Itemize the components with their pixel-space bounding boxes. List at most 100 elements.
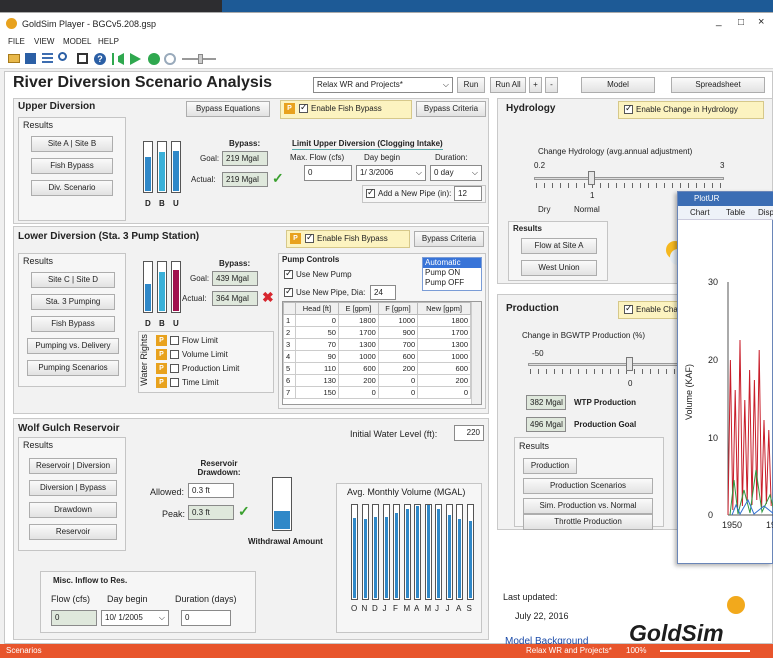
- table-cell[interactable]: 1800: [417, 314, 471, 327]
- use-new-pump-checkbox[interactable]: [284, 268, 293, 279]
- table-cell[interactable]: 1300: [417, 338, 471, 351]
- sta3-pumping-button[interactable]: Sta. 3 Pumping: [31, 294, 115, 310]
- table-cell[interactable]: 70: [294, 338, 339, 351]
- table-cell[interactable]: 1: [283, 314, 296, 327]
- table-cell[interactable]: 50: [294, 326, 339, 339]
- p-icon[interactable]: P: [156, 335, 167, 346]
- pump-mode-automatic[interactable]: Automatic: [423, 258, 481, 268]
- table-cell[interactable]: 600: [377, 350, 419, 363]
- hydrology-slider-thumb[interactable]: [588, 171, 595, 185]
- table-cell[interactable]: 5: [283, 362, 296, 375]
- table-cell[interactable]: 1700: [417, 326, 471, 339]
- sim-production-vs-normal-button[interactable]: Sim. Production vs. Normal: [523, 498, 653, 514]
- table-cell[interactable]: 7: [283, 386, 296, 399]
- table-cell[interactable]: 700: [377, 338, 419, 351]
- table-scrollbar[interactable]: [471, 302, 481, 404]
- add-new-pipe-checkbox[interactable]: [366, 187, 375, 198]
- table-cell[interactable]: 600: [417, 362, 471, 375]
- production-slider-thumb[interactable]: [626, 357, 633, 371]
- speed-slider-thumb[interactable]: [198, 54, 203, 64]
- table-cell[interactable]: 1300: [337, 338, 379, 351]
- model-button[interactable]: Model: [581, 77, 655, 93]
- table-cell[interactable]: 0: [377, 386, 419, 399]
- table-cell[interactable]: 600: [337, 362, 379, 375]
- maximize-button[interactable]: □: [738, 17, 744, 28]
- menu-file[interactable]: FILE: [8, 37, 25, 46]
- diversion-bypass-button[interactable]: Diversion | Bypass: [29, 480, 117, 496]
- table-cell[interactable]: 1000: [337, 350, 379, 363]
- table-row[interactable]: 1 0 1800 1000 1800: [283, 314, 471, 327]
- screen-icon[interactable]: [77, 53, 88, 64]
- lower-bypass-criteria-button[interactable]: Bypass Criteria: [414, 231, 484, 247]
- production-button[interactable]: Production: [523, 458, 577, 474]
- table-cell[interactable]: 200: [417, 374, 471, 387]
- misc-duration-input[interactable]: 0: [181, 610, 231, 626]
- reservoir-diversion-button[interactable]: Reservoir | Diversion: [29, 458, 117, 474]
- table-cell[interactable]: 1700: [337, 326, 379, 339]
- table-cell[interactable]: 0: [417, 386, 471, 399]
- pumping-vs-delivery-button[interactable]: Pumping vs. Delivery: [27, 338, 119, 354]
- production-limit-checkbox[interactable]: [170, 364, 179, 373]
- rewind-icon[interactable]: [112, 53, 124, 65]
- hydrology-slider-track[interactable]: [534, 177, 724, 180]
- use-new-pipe-checkbox[interactable]: [284, 286, 293, 297]
- zoom-slider[interactable]: [660, 650, 750, 652]
- pump-mode-listbox[interactable]: Automatic Pump ON Pump OFF: [422, 257, 482, 291]
- volume-limit-checkbox[interactable]: [170, 350, 179, 359]
- stop-icon[interactable]: [164, 53, 176, 65]
- table-cell[interactable]: 200: [377, 362, 419, 375]
- search-icon[interactable]: [58, 52, 67, 61]
- upper-fish-bypass-button[interactable]: Fish Bypass: [31, 158, 113, 174]
- upper-duration-select[interactable]: 0 day ⌵: [430, 165, 482, 181]
- production-slider-track[interactable]: [528, 363, 688, 366]
- table-cell[interactable]: 3: [283, 338, 296, 351]
- run-all-button[interactable]: Run All: [490, 77, 526, 93]
- flow-limit-checkbox[interactable]: [170, 336, 179, 345]
- p-icon[interactable]: P: [156, 377, 167, 388]
- p-icon[interactable]: P: [284, 103, 295, 114]
- menu-model[interactable]: MODEL: [63, 37, 91, 46]
- close-button[interactable]: ×: [758, 16, 764, 28]
- lower-site-c-d-button[interactable]: Site C | Site D: [31, 272, 115, 288]
- help-icon[interactable]: ?: [94, 53, 106, 65]
- throttle-production-button[interactable]: Throttle Production: [523, 514, 653, 530]
- table-cell[interactable]: 0: [294, 314, 339, 327]
- upper-div-scenario-button[interactable]: Div. Scenario: [31, 180, 113, 196]
- p-icon[interactable]: P: [156, 363, 167, 374]
- enable-hydrology-checkbox[interactable]: [624, 103, 633, 114]
- reservoir-button[interactable]: Reservoir: [29, 524, 117, 540]
- production-scenarios-button[interactable]: Production Scenarios: [523, 478, 653, 494]
- table-row[interactable]: 4 90 1000 600 1000: [283, 350, 471, 363]
- table-cell[interactable]: 150: [294, 386, 339, 399]
- table-cell[interactable]: 1000: [377, 314, 419, 327]
- time-limit-checkbox[interactable]: [170, 378, 179, 387]
- drawdown-button[interactable]: Drawdown: [29, 502, 117, 518]
- misc-flow-input[interactable]: 0: [51, 610, 97, 626]
- table-cell[interactable]: 6: [283, 374, 296, 387]
- lower-fish-bypass-button[interactable]: Fish Bypass: [31, 316, 115, 332]
- spreadsheet-button[interactable]: Spreadsheet: [671, 77, 765, 93]
- flow-at-site-a-button[interactable]: Flow at Site A: [521, 238, 597, 254]
- table-cell[interactable]: 130: [294, 374, 339, 387]
- misc-day-picker[interactable]: 10/ 1/2005 ⌵: [101, 610, 169, 626]
- tab-display[interactable]: Displ: [758, 208, 773, 217]
- minimize-button[interactable]: _: [716, 16, 722, 27]
- allowed-input[interactable]: 0.3 ft: [188, 483, 234, 498]
- table-cell[interactable]: 110: [294, 362, 339, 375]
- run-button[interactable]: Run: [457, 77, 485, 93]
- table-cell[interactable]: 0: [337, 386, 379, 399]
- remove-scenario-button[interactable]: -: [545, 77, 558, 93]
- max-flow-input[interactable]: 0: [304, 165, 352, 181]
- bypass-equations-button[interactable]: Bypass Equations: [186, 101, 270, 117]
- p-icon[interactable]: P: [290, 233, 301, 244]
- pumping-scenarios-button[interactable]: Pumping Scenarios: [27, 360, 119, 376]
- table-row[interactable]: 2 50 1700 900 1700: [283, 326, 471, 339]
- tab-table[interactable]: Table: [726, 208, 745, 217]
- open-folder-icon[interactable]: [8, 54, 20, 63]
- pump-mode-on[interactable]: Pump ON: [423, 268, 481, 278]
- tab-chart[interactable]: Chart: [690, 208, 710, 217]
- initial-level-input[interactable]: 220: [454, 425, 484, 441]
- enable-production-checkbox[interactable]: [624, 303, 633, 314]
- add-scenario-button[interactable]: +: [529, 77, 542, 93]
- west-union-button[interactable]: West Union: [521, 260, 597, 276]
